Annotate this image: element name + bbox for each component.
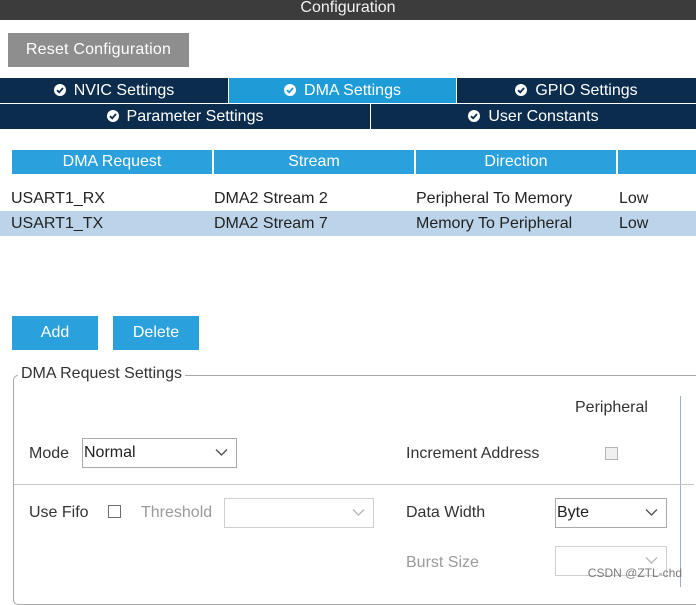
cell-direction: Peripheral To Memory (416, 190, 573, 207)
cell-stream: DMA2 Stream 7 (214, 215, 328, 232)
column-header-dma-request[interactable]: DMA Request (12, 150, 212, 174)
section-divider (14, 484, 694, 485)
chevron-down-icon (645, 509, 658, 516)
cell-direction: Memory To Peripheral (416, 215, 573, 232)
column-header-direction[interactable]: Direction (416, 150, 616, 174)
data-width-select[interactable]: Byte (555, 498, 667, 528)
tab-gpio-settings[interactable]: GPIO Settings (457, 78, 696, 103)
use-fifo-checkbox[interactable] (108, 505, 121, 518)
peripheral-column-header: Peripheral (575, 399, 648, 416)
cell-priority: Low (619, 215, 649, 232)
tab-label: NVIC Settings (73, 82, 175, 99)
data-width-select-value: Byte (557, 504, 590, 521)
check-circle-icon (53, 84, 66, 96)
tab-label: DMA Settings (304, 82, 401, 99)
tab-label: Parameter Settings (126, 108, 264, 125)
table-row-selected[interactable]: USART1_TX DMA2 Stream 7 Memory To Periph… (0, 211, 696, 236)
watermark: CSDN @ZTL-chd (587, 566, 682, 580)
window-title: Configuration (300, 0, 396, 16)
add-button[interactable]: Add (12, 316, 98, 350)
increment-address-peripheral-checkbox[interactable] (605, 447, 618, 460)
cell-dma-request: USART1_RX (11, 190, 105, 207)
cell-priority: Low (619, 190, 649, 207)
delete-button[interactable]: Delete (113, 316, 199, 350)
tab-dma-settings[interactable]: DMA Settings (229, 78, 457, 103)
check-circle-icon (515, 84, 528, 96)
table-row[interactable]: USART1_RX DMA2 Stream 2 Peripheral To Me… (0, 186, 696, 211)
chevron-down-icon (645, 557, 658, 564)
cell-stream: DMA2 Stream 2 (214, 190, 328, 207)
cell-dma-request: USART1_TX (11, 215, 104, 232)
check-circle-icon (468, 110, 481, 122)
tab-label: User Constants (488, 108, 599, 125)
tab-parameter-settings[interactable]: Parameter Settings (0, 104, 371, 129)
column-header-priority[interactable] (618, 150, 696, 174)
mode-select-value: Normal (84, 444, 136, 461)
tab-user-constants[interactable]: User Constants (371, 104, 696, 129)
vertical-divider (680, 396, 681, 587)
chevron-down-icon (215, 449, 228, 456)
reset-configuration-button[interactable]: Reset Configuration (8, 33, 189, 67)
check-circle-icon (284, 84, 297, 96)
tab-nvic-settings[interactable]: NVIC Settings (0, 78, 229, 103)
chevron-down-icon (352, 509, 365, 516)
tab-label: GPIO Settings (535, 82, 638, 99)
mode-select[interactable]: Normal (82, 438, 237, 468)
window-title-bar: Configuration (0, 0, 696, 20)
threshold-label: Threshold (141, 504, 213, 521)
increment-address-label: Increment Address (406, 445, 540, 462)
data-width-label: Data Width (406, 504, 486, 521)
mode-label: Mode (29, 445, 70, 462)
burst-size-label: Burst Size (406, 554, 479, 571)
threshold-select[interactable] (224, 498, 374, 528)
column-header-stream[interactable]: Stream (214, 150, 414, 174)
dma-request-settings-title: DMA Request Settings (18, 365, 185, 383)
check-circle-icon (106, 110, 119, 122)
use-fifo-label: Use Fifo (29, 504, 89, 521)
